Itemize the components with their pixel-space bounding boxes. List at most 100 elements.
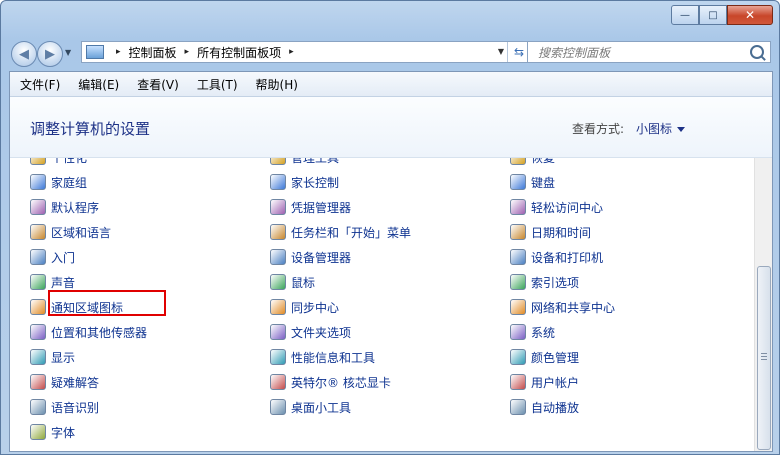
control-panel-item-icon bbox=[510, 158, 526, 165]
control-panel-item-icon bbox=[270, 399, 286, 415]
view-by-label: 查看方式: bbox=[572, 122, 625, 136]
control-panel-item-icon bbox=[30, 158, 46, 165]
control-panel-item-label: 疑难解答 bbox=[51, 375, 100, 390]
control-panel-item[interactable]: 系统 bbox=[510, 322, 555, 342]
control-panel-item[interactable]: 日期和时间 bbox=[510, 222, 591, 242]
menu-tools[interactable]: 工具(T) bbox=[189, 76, 246, 93]
control-panel-item-icon bbox=[270, 374, 286, 390]
control-panel-item[interactable]: 声音 bbox=[30, 272, 75, 292]
navigation-bar: ◀ ▶ ▼ ▸ 控制面板 ▸ 所有控制面板项 ▸ ▼ ⇆ bbox=[11, 39, 771, 67]
menu-help[interactable]: 帮助(H) bbox=[248, 76, 306, 93]
control-panel-item-icon bbox=[30, 424, 46, 440]
content-pane: 文件(F) 编辑(E) 查看(V) 工具(T) 帮助(H) 调整计算机的设置 查… bbox=[9, 71, 773, 452]
control-panel-item-label: 用户帐户 bbox=[531, 375, 580, 390]
control-panel-item-label: 位置和其他传感器 bbox=[51, 325, 148, 340]
control-panel-item-icon bbox=[30, 374, 46, 390]
control-panel-item-label: 任务栏和「开始」菜单 bbox=[291, 225, 412, 240]
control-panel-item-label: 性能信息和工具 bbox=[291, 350, 376, 365]
control-panel-item-label: 凭据管理器 bbox=[291, 200, 352, 215]
control-panel-item[interactable]: 家长控制 bbox=[270, 172, 339, 192]
control-panel-item[interactable]: 鼠标 bbox=[270, 272, 315, 292]
control-panel-item-icon bbox=[270, 174, 286, 190]
highlight-box bbox=[48, 290, 166, 316]
control-panel-item-label: 索引选项 bbox=[531, 275, 580, 290]
control-panel-item[interactable]: 网络和共享中心 bbox=[510, 297, 615, 317]
control-panel-item-icon bbox=[510, 249, 526, 265]
control-panel-item[interactable]: 文件夹选项 bbox=[270, 322, 351, 342]
view-mode-dropdown[interactable]: 小图标 bbox=[636, 120, 686, 137]
control-panel-item[interactable]: 个性化 bbox=[30, 158, 87, 167]
recent-pages-dropdown-icon[interactable]: ▼ bbox=[65, 48, 71, 57]
control-panel-item[interactable]: 桌面小工具 bbox=[270, 397, 351, 417]
control-panel-item[interactable]: 家庭组 bbox=[30, 172, 87, 192]
control-panel-item[interactable]: 设备和打印机 bbox=[510, 247, 603, 267]
minimize-button[interactable]: — bbox=[671, 5, 699, 25]
back-button[interactable]: ◀ bbox=[11, 41, 37, 67]
menu-edit[interactable]: 编辑(E) bbox=[70, 76, 127, 93]
control-panel-item[interactable]: 位置和其他传感器 bbox=[30, 322, 147, 342]
control-panel-item-label: 家长控制 bbox=[291, 175, 340, 190]
control-panel-item[interactable]: 颜色管理 bbox=[510, 347, 579, 367]
control-panel-item-icon bbox=[510, 324, 526, 340]
scrollbar-thumb[interactable] bbox=[757, 266, 771, 450]
control-panel-item[interactable]: 自动播放 bbox=[510, 397, 579, 417]
menu-bar: 文件(F) 编辑(E) 查看(V) 工具(T) 帮助(H) bbox=[10, 72, 772, 97]
control-panel-item[interactable]: 入门 bbox=[30, 247, 75, 267]
arrow-left-icon: ◀ bbox=[19, 46, 29, 62]
control-panel-item-label: 默认程序 bbox=[51, 200, 100, 215]
control-panel-item-label: 字体 bbox=[51, 425, 76, 440]
control-panel-item-label: 网络和共享中心 bbox=[531, 300, 616, 315]
control-panel-item-label: 区域和语言 bbox=[51, 225, 112, 240]
arrow-right-icon: ▶ bbox=[45, 46, 55, 62]
control-panel-item[interactable]: 默认程序 bbox=[30, 197, 99, 217]
control-panel-item-icon bbox=[30, 399, 46, 415]
control-panel-item[interactable]: 语音识别 bbox=[30, 397, 99, 417]
search-icon[interactable] bbox=[750, 45, 764, 59]
control-panel-item[interactable]: 凭据管理器 bbox=[270, 197, 351, 217]
control-panel-item-label: 日期和时间 bbox=[531, 225, 592, 240]
control-panel-item-label: 文件夹选项 bbox=[291, 325, 352, 340]
control-panel-item-icon bbox=[30, 199, 46, 215]
breadcrumb-separator[interactable]: ▸ bbox=[116, 47, 121, 57]
control-panel-item[interactable]: 键盘 bbox=[510, 172, 555, 192]
control-panel-item[interactable]: 任务栏和「开始」菜单 bbox=[270, 222, 411, 242]
control-panel-item[interactable]: 疑难解答 bbox=[30, 372, 99, 392]
menu-view[interactable]: 查看(V) bbox=[129, 76, 187, 93]
control-panel-item[interactable]: 索引选项 bbox=[510, 272, 579, 292]
maximize-button[interactable]: □ bbox=[699, 5, 727, 25]
menu-file[interactable]: 文件(F) bbox=[12, 76, 68, 93]
search-input[interactable] bbox=[536, 43, 740, 63]
address-bar[interactable]: ▸ 控制面板 ▸ 所有控制面板项 ▸ ▼ ⇆ bbox=[81, 41, 531, 63]
control-panel-item-label: 声音 bbox=[51, 275, 76, 290]
address-dropdown-icon[interactable]: ▼ bbox=[498, 47, 504, 56]
control-panel-item-icon bbox=[30, 174, 46, 190]
search-box[interactable] bbox=[527, 41, 771, 63]
control-panel-item-label: 个性化 bbox=[51, 158, 87, 166]
control-panel-item-icon bbox=[270, 249, 286, 265]
breadcrumb-separator[interactable]: ▸ bbox=[185, 47, 190, 57]
control-panel-item[interactable]: 轻松访问中心 bbox=[510, 197, 603, 217]
control-panel-item[interactable]: 显示 bbox=[30, 347, 75, 367]
control-panel-item-icon bbox=[270, 324, 286, 340]
control-panel-item[interactable]: 用户帐户 bbox=[510, 372, 579, 392]
breadcrumb-all-items[interactable]: 所有控制面板项 bbox=[197, 44, 281, 61]
control-panel-item[interactable]: 性能信息和工具 bbox=[270, 347, 375, 367]
control-panel-item[interactable]: 管理工具 bbox=[270, 158, 339, 167]
close-button[interactable]: ✕ bbox=[727, 5, 773, 25]
control-panel-item-icon bbox=[30, 249, 46, 265]
control-panel-item[interactable]: 字体 bbox=[30, 422, 75, 442]
control-panel-item[interactable]: 设备管理器 bbox=[270, 247, 351, 267]
control-panel-item[interactable]: 同步中心 bbox=[270, 297, 339, 317]
breadcrumb-control-panel[interactable]: 控制面板 bbox=[129, 44, 177, 61]
control-panel-window: — □ ✕ ◀ ▶ ▼ ▸ 控制面板 ▸ 所有控制面板项 ▸ ▼ ⇆ 文件(F)… bbox=[0, 0, 780, 455]
control-panel-item-icon bbox=[30, 299, 46, 315]
control-panel-item[interactable]: 英特尔® 核芯显卡 bbox=[270, 372, 391, 392]
control-panel-item-icon bbox=[510, 374, 526, 390]
control-panel-item-label: 设备和打印机 bbox=[531, 250, 604, 265]
breadcrumb-separator[interactable]: ▸ bbox=[289, 47, 294, 57]
control-panel-item-label: 管理工具 bbox=[291, 158, 339, 166]
control-panel-item[interactable]: 区域和语言 bbox=[30, 222, 111, 242]
control-panel-item[interactable]: 恢复 bbox=[510, 158, 555, 167]
forward-button[interactable]: ▶ bbox=[37, 41, 63, 67]
vertical-scrollbar[interactable] bbox=[754, 158, 772, 451]
